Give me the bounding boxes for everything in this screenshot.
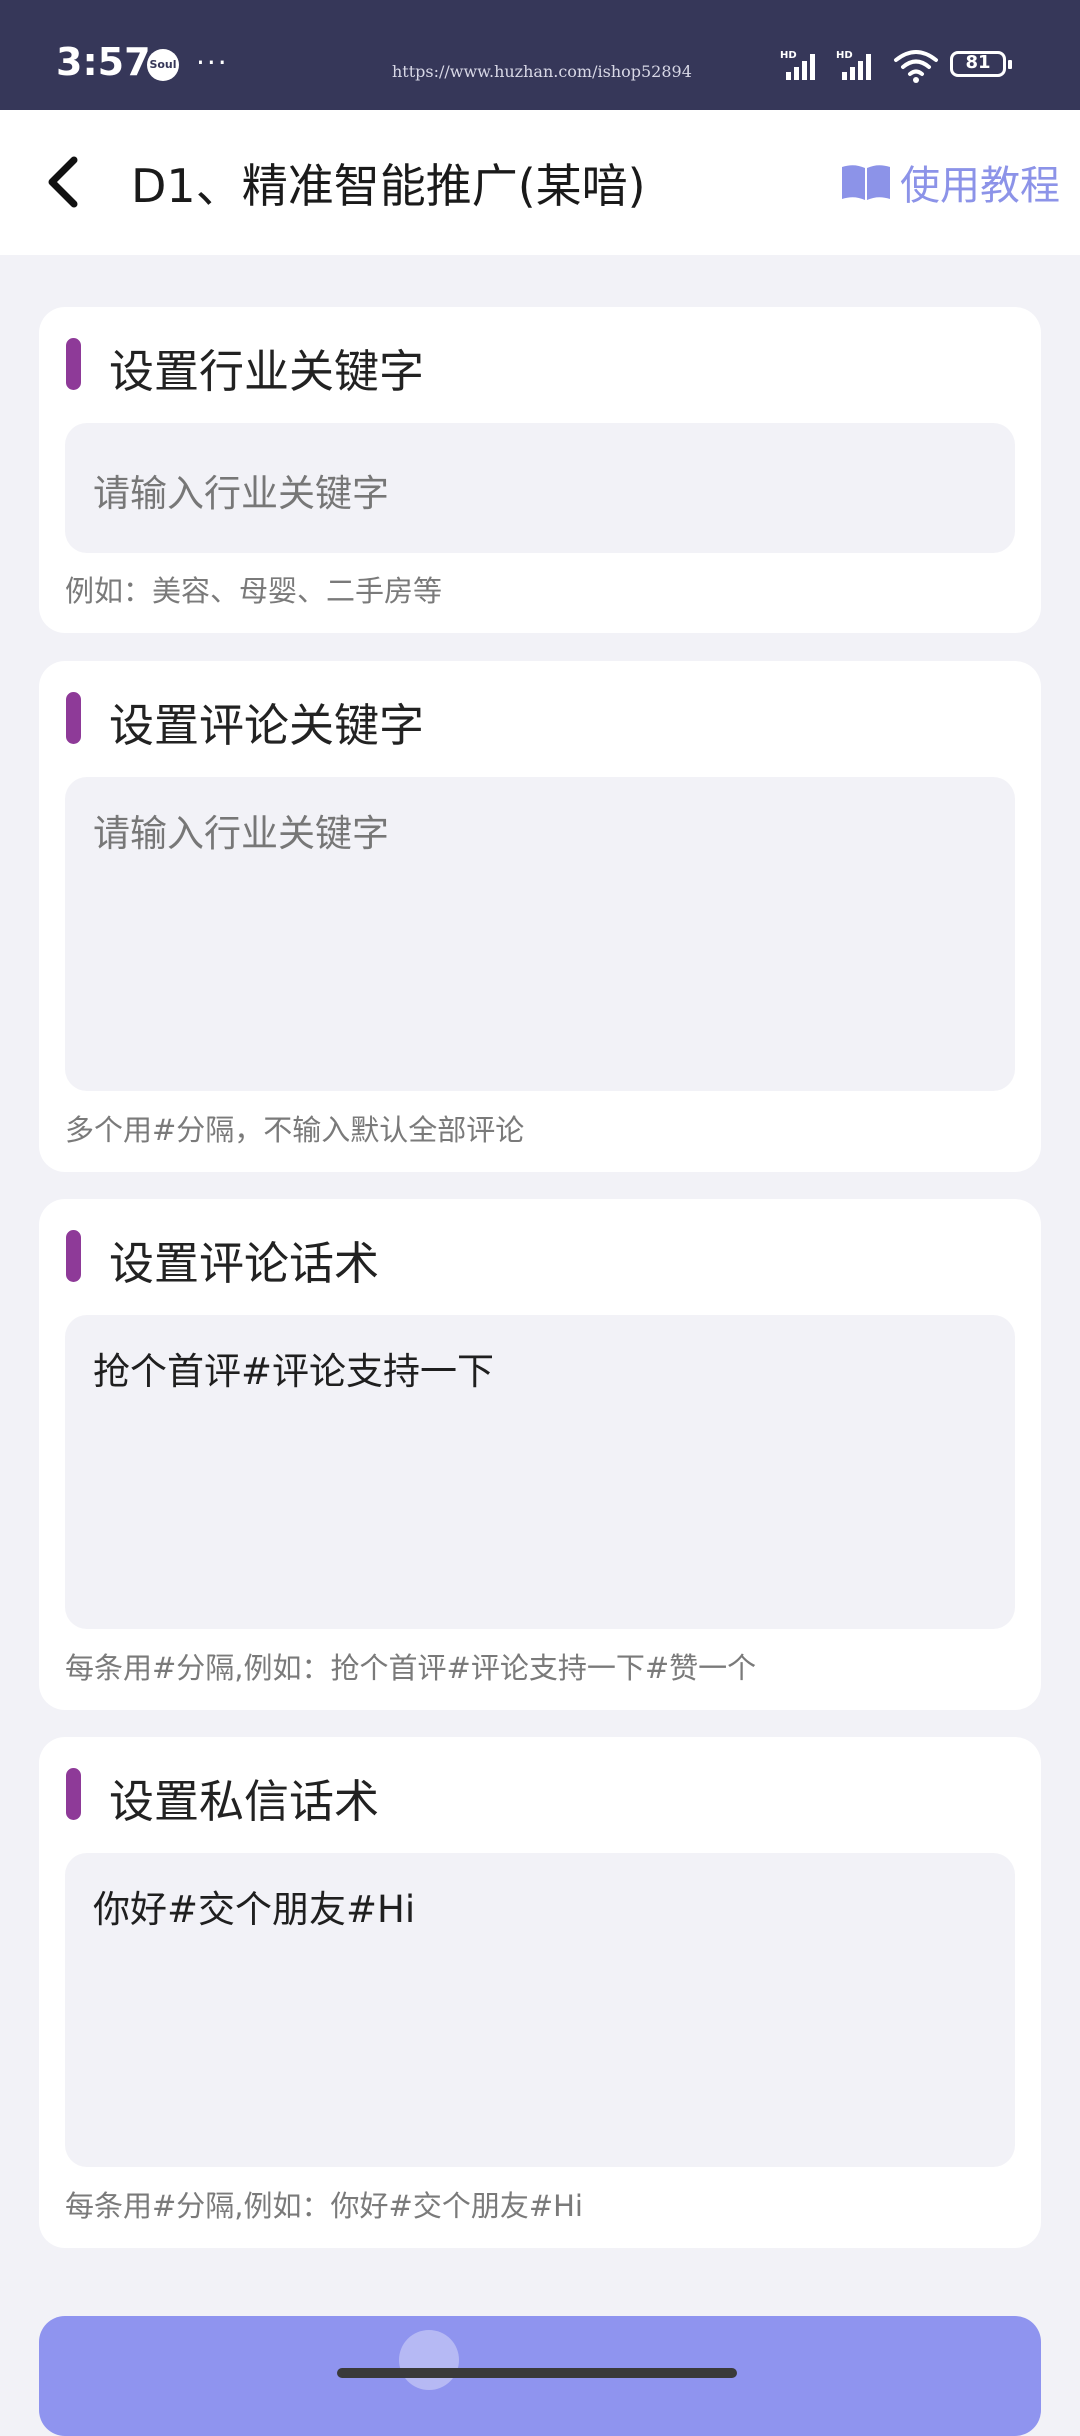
button-icon: [399, 2330, 459, 2390]
page-title: D1、精准智能推广(某喑): [131, 159, 646, 213]
svg-text:HD: HD: [780, 50, 797, 61]
section-title: 设置私信话术: [109, 1775, 380, 1828]
private-message-script-card: 设置私信话术 你好#交个朋友#Hi 每条用#分隔,例如：你好#交个朋友#Hi: [39, 1737, 1041, 2248]
status-time: 3:57: [56, 40, 151, 84]
chevron-left-icon: [48, 156, 78, 208]
soul-app-icon: Soul: [147, 49, 179, 81]
comment-script-textarea[interactable]: 抢个首评#评论支持一下: [65, 1315, 1015, 1629]
industry-keyword-card: 设置行业关键字 请输入行业关键字 例如：美容、母婴、二手房等: [39, 307, 1041, 633]
more-notifications-icon: ···: [196, 46, 229, 79]
svg-text:HD: HD: [836, 50, 853, 61]
accent-bar: [66, 692, 81, 744]
accent-bar: [66, 1768, 81, 1820]
section-title: 设置评论话术: [109, 1237, 380, 1290]
wifi-icon: [894, 50, 938, 83]
hd-signal-icon: HD: [780, 50, 815, 80]
section-title: 设置评论关键字: [109, 699, 425, 752]
back-button[interactable]: [34, 150, 98, 214]
tutorial-label: 使用教程: [900, 163, 1060, 209]
industry-keyword-input[interactable]: 请输入行业关键字: [65, 423, 1015, 553]
field-hint: 例如：美容、母婴、二手房等: [65, 574, 443, 608]
hd-signal-icon: HD: [836, 50, 871, 80]
status-bar: 3:57 Soul ··· https://www.huzhan.com/ish…: [0, 0, 1080, 110]
tutorial-link[interactable]: 使用教程: [840, 152, 1060, 212]
field-hint: 多个用#分隔，不输入默认全部评论: [65, 1113, 525, 1147]
battery-icon: 81: [950, 51, 1012, 77]
field-hint: 每条用#分隔,例如：抢个首评#评论支持一下#赞一个: [65, 1651, 757, 1685]
section-title: 设置行业关键字: [109, 345, 425, 398]
header: D1、精准智能推广(某喑) 使用教程: [0, 110, 1080, 255]
comment-script-card: 设置评论话术 抢个首评#评论支持一下 每条用#分隔,例如：抢个首评#评论支持一下…: [39, 1199, 1041, 1710]
accent-bar: [66, 1230, 81, 1282]
comment-keyword-card: 设置评论关键字 请输入行业关键字 多个用#分隔，不输入默认全部评论: [39, 661, 1041, 1172]
home-indicator[interactable]: [337, 2368, 737, 2378]
book-icon: [842, 165, 890, 200]
accent-bar: [66, 338, 81, 390]
url-watermark: https://www.huzhan.com/ishop52894: [392, 62, 692, 81]
comment-keyword-textarea[interactable]: 请输入行业关键字: [65, 777, 1015, 1091]
battery-level: 81: [965, 52, 991, 73]
field-hint: 每条用#分隔,例如：你好#交个朋友#Hi: [65, 2189, 583, 2223]
private-message-script-textarea[interactable]: 你好#交个朋友#Hi: [65, 1853, 1015, 2167]
